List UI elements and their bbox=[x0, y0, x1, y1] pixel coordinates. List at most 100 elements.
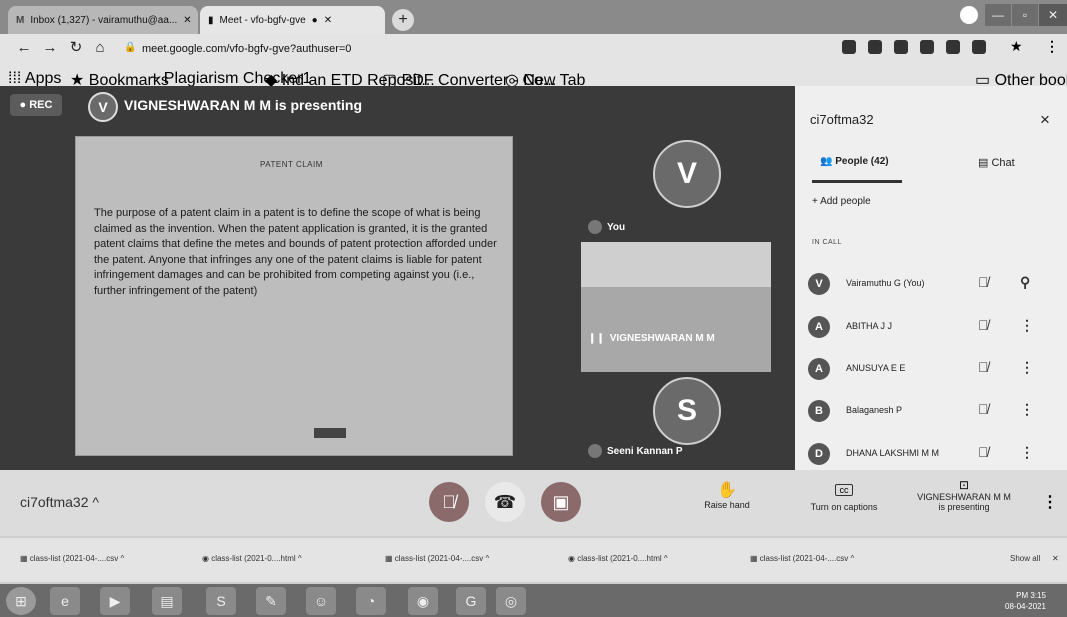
more-options-icon[interactable]: ⋮ bbox=[1020, 317, 1034, 334]
forward-icon[interactable]: → bbox=[40, 38, 60, 58]
close-icon[interactable]: ✕ bbox=[324, 15, 332, 26]
obs-icon[interactable]: ◎ bbox=[496, 587, 526, 615]
avatar: A bbox=[808, 316, 830, 338]
more-options-icon[interactable]: ⋮ bbox=[1020, 401, 1034, 418]
in-call-heading: IN CALL bbox=[812, 239, 842, 246]
extension-icon[interactable] bbox=[946, 40, 960, 54]
meeting-code: ci7oftma32 bbox=[810, 112, 874, 127]
participant-row[interactable]: D DHANA LAKSHMI M M 🎙̸ ⋮ bbox=[808, 443, 1048, 469]
home-icon[interactable]: ⌂ bbox=[90, 38, 110, 58]
participant-row[interactable]: V Vairamuthu G (You) 🎙̸ ⚲ bbox=[808, 273, 1048, 299]
captions-button[interactable]: cc Turn on captions bbox=[800, 484, 888, 512]
active-tab-indicator bbox=[812, 180, 902, 183]
minimize-button[interactable]: — bbox=[985, 4, 1011, 26]
download-item[interactable]: ◉ class-list (2021-0....html ^ bbox=[202, 554, 302, 563]
gmail-icon: M bbox=[16, 14, 25, 26]
mic-off-icon: 🎙̸ bbox=[978, 274, 989, 290]
raise-hand-button[interactable]: ✋ Raise hand bbox=[694, 480, 760, 510]
paint-icon[interactable]: ☺ bbox=[306, 587, 336, 615]
participant-row[interactable]: B Balaganesh P 🎙̸ ⋮ bbox=[808, 400, 1048, 426]
tile-label-you: You bbox=[588, 220, 625, 234]
add-people-button[interactable]: + Add people bbox=[812, 196, 871, 207]
chevron-up-icon: ^ bbox=[663, 554, 668, 563]
extension-icon[interactable] bbox=[920, 40, 934, 54]
avatar: B bbox=[808, 400, 830, 422]
recording-dot-icon: ● bbox=[311, 14, 318, 26]
download-item[interactable]: ▦ class-list (2021-04-....csv ^ bbox=[750, 554, 854, 563]
hand-icon: ✋ bbox=[717, 482, 737, 499]
chrome-icon[interactable]: ◉ bbox=[408, 587, 438, 615]
new-tab-button[interactable]: + bbox=[392, 9, 414, 31]
avatar: V bbox=[88, 92, 118, 122]
link-icon: ~ bbox=[150, 70, 164, 87]
meeting-details-button[interactable]: ci7oftma32 ^ bbox=[20, 494, 99, 510]
chevron-up-icon: ^ bbox=[297, 554, 302, 563]
participant-row[interactable]: A ANUSUYA E E 🎙̸ ⋮ bbox=[808, 358, 1048, 384]
camera-toggle-button[interactable]: ▣ bbox=[541, 482, 581, 522]
audio-level-icon: ❙❙ bbox=[588, 333, 605, 344]
tab-meet[interactable]: ▮ Meet - vfo-bgfv-gve ● ✕ bbox=[200, 6, 385, 34]
download-item[interactable]: ▦ class-list (2021-04-....csv ^ bbox=[385, 554, 489, 563]
mic-off-icon bbox=[588, 220, 602, 234]
participant-name: Vairamuthu G (You) bbox=[846, 278, 925, 288]
tab-gmail[interactable]: M Inbox (1,327) - vairamuthu@aa... ✕ bbox=[8, 6, 198, 34]
apps-grid-icon: ⁞⁞⁞ bbox=[8, 70, 25, 87]
mic-off-icon bbox=[588, 444, 602, 458]
tab-chat[interactable]: ▤ Chat bbox=[978, 156, 1015, 169]
downloads-bar bbox=[0, 538, 1067, 582]
participant-name: Balaganesh P bbox=[846, 405, 903, 415]
close-panel-button[interactable]: × bbox=[1040, 110, 1050, 130]
address-bar[interactable]: meet.google.com/vfo-bgfv-gve?authuser=0 bbox=[142, 38, 802, 60]
ie-icon[interactable]: e bbox=[50, 587, 80, 615]
mic-off-icon: 🎙̸ bbox=[978, 317, 989, 333]
download-item[interactable]: ▦ class-list (2021-04-....csv ^ bbox=[20, 554, 124, 563]
star-icon[interactable]: ★ bbox=[1010, 38, 1023, 55]
pin-icon[interactable]: ⚲ bbox=[1020, 274, 1030, 291]
notes-icon[interactable]: ✎ bbox=[256, 587, 286, 615]
presenting-status-button[interactable]: ⊡ VIGNESHWARAN M M is presenting bbox=[908, 478, 1020, 512]
present-screen-icon: ⊡ bbox=[958, 478, 970, 492]
csv-file-icon: ▦ bbox=[385, 554, 395, 563]
leave-call-button[interactable]: ☎ bbox=[485, 482, 525, 522]
avatar: V bbox=[808, 273, 830, 295]
mic-off-icon: 🎙̸ bbox=[978, 359, 989, 375]
app-icon[interactable]: ◔ bbox=[356, 587, 386, 615]
extension-icon[interactable] bbox=[972, 40, 986, 54]
profile-icon[interactable] bbox=[960, 6, 978, 24]
add-person-icon: + bbox=[812, 196, 821, 207]
extension-icon[interactable] bbox=[894, 40, 908, 54]
explorer-icon[interactable]: ▤ bbox=[152, 587, 182, 615]
close-icon[interactable]: ✕ bbox=[1052, 554, 1059, 563]
start-icon[interactable]: ⊞ bbox=[6, 587, 36, 615]
mic-off-icon: 🎙̸ bbox=[442, 492, 456, 512]
back-icon[interactable]: ← bbox=[14, 38, 34, 58]
close-window-button[interactable]: ✕ bbox=[1039, 4, 1067, 26]
participant-row[interactable]: A ABITHA J J 🎙̸ ⋮ bbox=[808, 316, 1048, 342]
show-all-downloads-button[interactable]: Show all bbox=[1010, 554, 1040, 563]
chevron-up-icon: ^ bbox=[120, 554, 125, 563]
csv-file-icon: ▦ bbox=[750, 554, 760, 563]
mic-off-icon: 🎙̸ bbox=[978, 444, 989, 460]
avatar: V bbox=[653, 140, 721, 208]
google-icon[interactable]: G bbox=[456, 587, 486, 615]
download-item[interactable]: ◉ class-list (2021-0....html ^ bbox=[568, 554, 668, 563]
extension-icon[interactable] bbox=[842, 40, 856, 54]
extension-icon[interactable] bbox=[868, 40, 882, 54]
more-options-icon[interactable]: ⋮ bbox=[1042, 492, 1058, 512]
media-player-icon[interactable]: ▶ bbox=[100, 587, 130, 615]
close-icon[interactable]: ✕ bbox=[183, 15, 191, 26]
avatar: S bbox=[653, 377, 721, 445]
mic-toggle-button[interactable]: 🎙̸ bbox=[429, 482, 469, 522]
participant-name: ABITHA J J bbox=[846, 321, 893, 331]
menu-icon[interactable]: ⋮ bbox=[1045, 38, 1059, 55]
captions-icon: cc bbox=[835, 484, 853, 496]
tab-people[interactable]: 👥 People (42) bbox=[820, 156, 889, 167]
chevron-up-icon: ^ bbox=[485, 554, 490, 563]
participant-name: ANUSUYA E E bbox=[846, 363, 906, 373]
more-options-icon[interactable]: ⋮ bbox=[1020, 444, 1034, 461]
skype-icon[interactable]: S bbox=[206, 587, 236, 615]
maximize-button[interactable]: ▫ bbox=[1012, 4, 1038, 26]
more-options-icon[interactable]: ⋮ bbox=[1020, 359, 1034, 376]
recording-badge: ● REC bbox=[10, 94, 62, 116]
reload-icon[interactable]: ↻ bbox=[66, 38, 86, 58]
